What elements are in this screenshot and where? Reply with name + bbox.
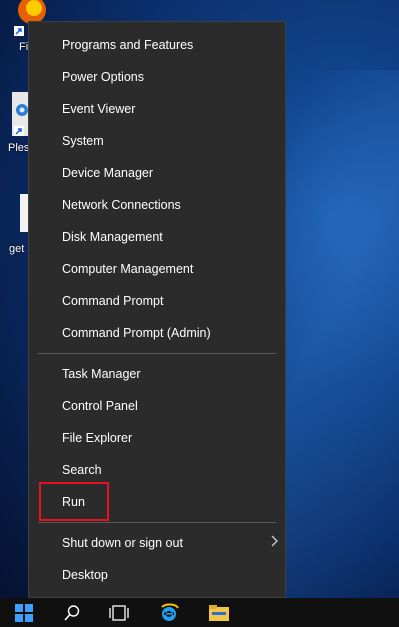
task-view-icon bbox=[109, 604, 129, 621]
desktop-icon-label: get bbox=[9, 243, 25, 255]
menu-item-desktop[interactable]: Desktop bbox=[62, 563, 108, 587]
menu-item-command-prompt[interactable]: Command Prompt bbox=[62, 289, 163, 313]
shortcut-arrow-icon bbox=[14, 126, 24, 136]
menu-item-search[interactable]: Search bbox=[62, 458, 102, 482]
menu-item-control-panel[interactable]: Control Panel bbox=[62, 394, 138, 418]
desktop-icon-file[interactable]: get bbox=[0, 192, 30, 258]
start-button[interactable] bbox=[8, 598, 40, 627]
menu-item-disk-management[interactable]: Disk Management bbox=[62, 225, 163, 249]
file-explorer-icon bbox=[209, 604, 229, 621]
menu-item-task-manager[interactable]: Task Manager bbox=[62, 362, 141, 386]
internet-explorer-icon bbox=[161, 603, 179, 621]
search-button[interactable] bbox=[56, 598, 88, 627]
winx-context-menu: Programs and Features Power Options Even… bbox=[28, 21, 286, 598]
file-explorer-button[interactable] bbox=[203, 598, 235, 627]
shortcut-arrow-icon bbox=[14, 26, 24, 36]
desktop-icon-plesk[interactable]: Ples bbox=[0, 90, 32, 154]
task-view-button[interactable] bbox=[103, 598, 135, 627]
menu-item-command-prompt-admin[interactable]: Command Prompt (Admin) bbox=[62, 321, 211, 345]
windows-start-icon bbox=[15, 603, 33, 622]
menu-item-system[interactable]: System bbox=[62, 129, 104, 153]
menu-item-device-manager[interactable]: Device Manager bbox=[62, 161, 153, 185]
desktop-icon-label: Fi bbox=[19, 41, 29, 53]
taskbar bbox=[0, 598, 399, 627]
menu-item-computer-management[interactable]: Computer Management bbox=[62, 257, 193, 281]
menu-item-file-explorer[interactable]: File Explorer bbox=[62, 426, 132, 450]
menu-item-programs-and-features[interactable]: Programs and Features bbox=[62, 33, 193, 57]
run-highlight-box bbox=[39, 482, 109, 521]
menu-item-shut-down-or-sign-out[interactable]: Shut down or sign out bbox=[62, 531, 183, 555]
desktop-icon-label: Ples bbox=[8, 142, 30, 154]
search-icon bbox=[64, 604, 80, 621]
desktop-icon-firefox[interactable]: Fi bbox=[0, 0, 46, 56]
internet-explorer-button[interactable] bbox=[153, 598, 185, 627]
menu-item-power-options[interactable]: Power Options bbox=[62, 65, 144, 89]
menu-item-network-connections[interactable]: Network Connections bbox=[62, 193, 181, 217]
menu-item-event-viewer[interactable]: Event Viewer bbox=[62, 97, 135, 121]
menu-separator bbox=[38, 353, 276, 354]
chevron-right-icon bbox=[271, 535, 278, 547]
menu-separator bbox=[38, 522, 276, 523]
